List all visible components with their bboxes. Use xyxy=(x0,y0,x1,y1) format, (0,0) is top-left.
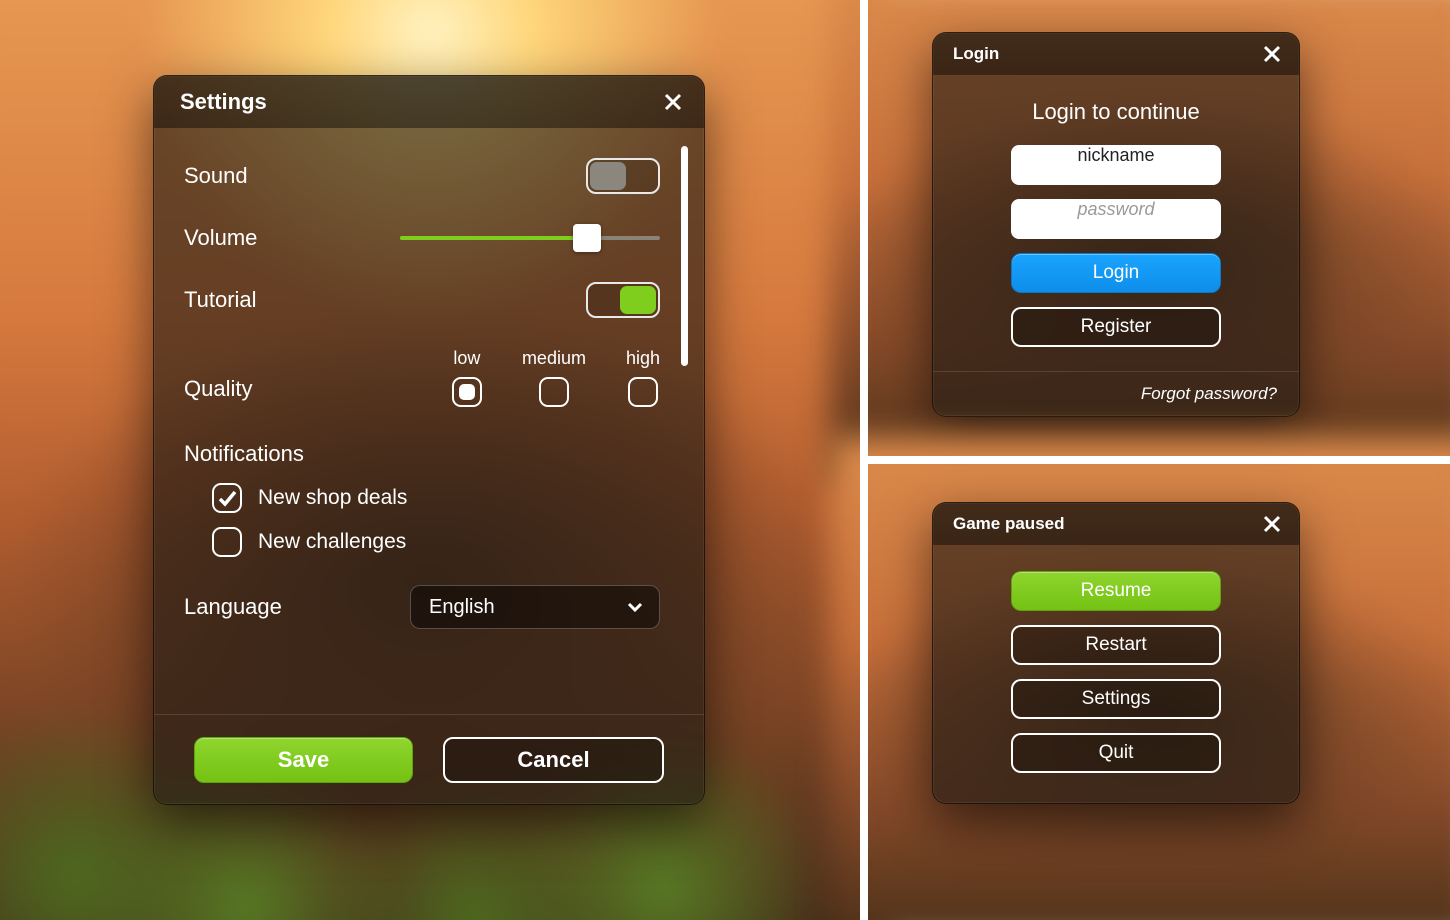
login-heading: Login to continue xyxy=(961,99,1271,125)
forgot-password-link[interactable]: Forgot password? xyxy=(1141,384,1277,403)
login-modal: Login Login to continue nickname passwor… xyxy=(932,32,1300,417)
quality-option-medium-label: medium xyxy=(522,348,586,369)
quality-radio-high[interactable] xyxy=(628,377,658,407)
login-body: Login to continue nickname password Logi… xyxy=(933,75,1299,371)
sound-label: Sound xyxy=(184,163,248,189)
sound-toggle[interactable] xyxy=(586,158,660,194)
language-value: English xyxy=(429,596,495,619)
cancel-button[interactable]: Cancel xyxy=(443,737,664,783)
quality-option-low-label: low xyxy=(453,348,480,369)
scrollbar-thumb[interactable] xyxy=(681,146,688,366)
password-input[interactable]: password xyxy=(1011,199,1221,239)
language-label: Language xyxy=(184,594,282,620)
login-button[interactable]: Login xyxy=(1011,253,1221,293)
restart-button[interactable]: Restart xyxy=(1011,625,1221,665)
quit-button[interactable]: Quit xyxy=(1011,733,1221,773)
quality-radio-group: low medium high xyxy=(452,348,660,407)
settings-body: Sound Volume Tutorial Quality xyxy=(154,128,704,716)
quality-label: Quality xyxy=(184,376,252,402)
nickname-input[interactable]: nickname xyxy=(1011,145,1221,185)
login-header: Login xyxy=(933,33,1299,75)
save-button[interactable]: Save xyxy=(194,737,413,783)
chevron-down-icon xyxy=(627,599,643,615)
settings-button[interactable]: Settings xyxy=(1011,679,1221,719)
close-icon[interactable] xyxy=(1259,41,1285,67)
scrollbar[interactable] xyxy=(681,146,688,626)
resume-button[interactable]: Resume xyxy=(1011,571,1221,611)
login-title: Login xyxy=(953,44,999,64)
pause-header: Game paused xyxy=(933,503,1299,545)
tutorial-label: Tutorial xyxy=(184,287,257,313)
close-icon[interactable] xyxy=(660,89,686,115)
quality-radio-low[interactable] xyxy=(452,377,482,407)
register-button[interactable]: Register xyxy=(1011,307,1221,347)
pause-body: Resume Restart Settings Quit xyxy=(933,545,1299,803)
pause-title: Game paused xyxy=(953,514,1065,534)
settings-footer: Save Cancel xyxy=(154,714,704,804)
notifications-title: Notifications xyxy=(184,441,660,467)
checkbox-new-shop-deals[interactable] xyxy=(212,483,242,513)
volume-slider[interactable] xyxy=(400,224,660,252)
checkbox-label: New shop deals xyxy=(258,486,407,510)
language-dropdown[interactable]: English xyxy=(410,585,660,629)
checkbox-label: New challenges xyxy=(258,530,406,554)
settings-modal: Settings Sound Volume xyxy=(153,75,705,805)
quality-option-high-label: high xyxy=(626,348,660,369)
quality-radio-medium[interactable] xyxy=(539,377,569,407)
pause-modal: Game paused Resume Restart Settings Quit xyxy=(932,502,1300,804)
settings-title: Settings xyxy=(180,89,267,115)
settings-header: Settings xyxy=(154,76,704,128)
login-footer: Forgot password? xyxy=(933,371,1299,416)
close-icon[interactable] xyxy=(1259,511,1285,537)
checkbox-new-challenges[interactable] xyxy=(212,527,242,557)
tutorial-toggle[interactable] xyxy=(586,282,660,318)
volume-label: Volume xyxy=(184,225,257,251)
